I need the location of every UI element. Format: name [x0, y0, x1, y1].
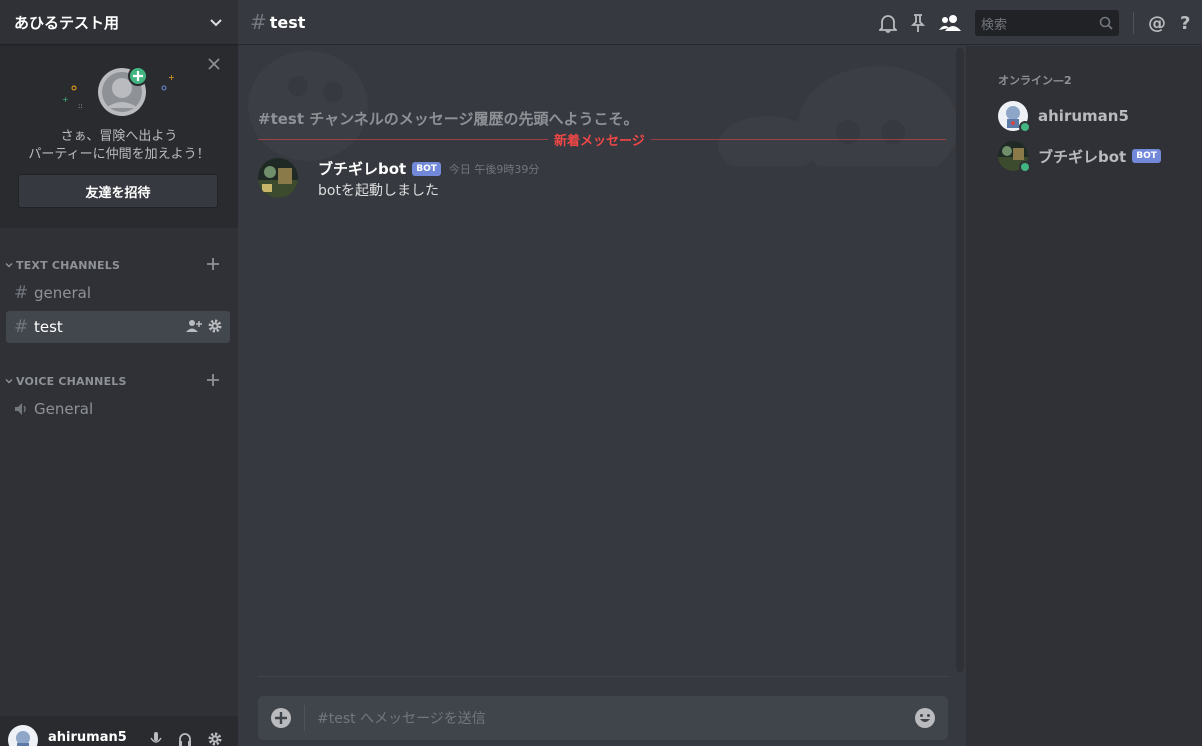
message-input-placeholder: #test へメッセージを送信	[317, 711, 486, 727]
svg-text:+: +	[168, 73, 175, 82]
pin-icon[interactable]	[911, 13, 925, 33]
hash-icon: #	[14, 283, 29, 303]
invite-panel: + :: + さぁ、冒険へ出よう パーティーに仲間を加えよう！ 友達を招待	[0, 46, 238, 228]
username: ahiruman5	[48, 729, 127, 745]
invite-line-2: パーティーに仲間を加えよう！	[28, 147, 210, 162]
microphone-icon[interactable]	[150, 732, 162, 746]
user-settings-gear-icon[interactable]	[208, 732, 222, 746]
search-input[interactable]: 検索	[975, 10, 1119, 36]
category-text-channels[interactable]: TEXT CHANNELS	[0, 255, 238, 275]
gear-icon[interactable]	[208, 319, 222, 333]
add-channel-icon[interactable]	[206, 373, 220, 387]
headphones-icon[interactable]	[178, 732, 192, 746]
online-status-indicator	[1019, 161, 1031, 173]
divider	[258, 676, 948, 677]
channel-welcome-text: #test チャンネルのメッセージ履歴の先頭へようこそ。	[258, 110, 639, 128]
member-item[interactable]: ブチギレbot BOT	[998, 140, 1161, 173]
avatar[interactable]	[258, 158, 298, 198]
bot-badge: BOT	[1132, 149, 1161, 163]
create-invite-icon[interactable]	[186, 319, 202, 333]
online-status-indicator	[1019, 121, 1031, 133]
channel-item-general[interactable]: # general	[6, 277, 230, 309]
bot-avatar-image	[258, 158, 298, 198]
hash-icon: #	[14, 317, 29, 337]
category-label: TEXT CHANNELS	[16, 258, 121, 272]
category-voice-channels[interactable]: VOICE CHANNELS	[0, 371, 238, 391]
member-list: オンライン—2 ahiruman5 ブチギレbot BOT	[966, 46, 1202, 746]
hash-icon: #	[250, 10, 267, 34]
channel-item-test[interactable]: # test	[6, 311, 230, 343]
channel-sidebar: あひるテスト用 + :: + さぁ、冒険へ出よう パーティーに仲間を加えよう！ …	[0, 0, 238, 746]
add-channel-icon[interactable]	[206, 257, 220, 271]
member-group-heading: オンライン—2	[998, 74, 1072, 87]
speaker-icon	[15, 403, 26, 415]
invite-line-1: さぁ、冒険へ出よう	[60, 129, 178, 144]
discord-window: あひるテスト用 + :: + さぁ、冒険へ出よう パーティーに仲間を加えよう！ …	[0, 0, 1202, 746]
member-name: ahiruman5	[1038, 107, 1129, 125]
mentions-icon[interactable]: @	[1148, 14, 1166, 32]
user-panel: ahiruman5	[0, 716, 238, 746]
search-icon	[1099, 16, 1113, 30]
bell-icon[interactable]	[879, 13, 897, 33]
svg-text:+: +	[62, 95, 69, 104]
emoji-icon[interactable]	[914, 707, 936, 729]
message-timestamp: 今日 午後9時39分	[448, 162, 540, 176]
search-placeholder: 検索	[981, 17, 1008, 33]
member-name-row: ブチギレbot BOT	[1038, 146, 1161, 167]
chevron-down-icon	[5, 379, 13, 384]
avatar[interactable]	[8, 725, 38, 746]
scrollbar[interactable]	[956, 48, 964, 672]
channel-label: General	[34, 400, 94, 418]
svg-text:?: ?	[1180, 14, 1190, 32]
chevron-down-icon	[5, 263, 13, 268]
add-circle-icon	[271, 708, 291, 728]
server-name: あひるテスト用	[14, 13, 120, 32]
chevron-down-icon	[210, 19, 222, 27]
new-messages-label: 新着メッセージ	[548, 130, 651, 149]
invite-illustration: + :: +	[62, 66, 175, 116]
svg-text:::: ::	[78, 102, 83, 110]
help-icon[interactable]: ?	[1180, 14, 1192, 32]
divider	[1133, 12, 1134, 34]
channel-name: test	[269, 12, 306, 32]
svg-text:@: @	[1148, 14, 1166, 32]
invite-message: さぁ、冒険へ出よう パーティーに仲間を加えよう！	[0, 128, 238, 164]
user-avatar-image	[8, 725, 38, 746]
voice-channel-item-general[interactable]: General	[6, 393, 230, 425]
channel-header: # test 検索 @ ?	[238, 0, 1202, 45]
bot-badge: BOT	[412, 161, 441, 176]
channel-label: test	[34, 318, 63, 336]
message-input[interactable]: #test へメッセージを送信	[258, 696, 948, 740]
messages-pane: #test チャンネルのメッセージ履歴の先頭へようこそ。 新着メッセージ ブチギ…	[238, 46, 966, 676]
message-content: botを起動しました	[318, 183, 439, 199]
invite-friends-button[interactable]: 友達を招待	[18, 174, 218, 208]
member-list-icon[interactable]	[939, 14, 961, 32]
member-item[interactable]: ahiruman5	[998, 100, 1129, 133]
divider	[304, 705, 305, 731]
member-name: ブチギレbot	[1038, 147, 1127, 166]
close-icon[interactable]	[208, 58, 220, 70]
category-label: VOICE CHANNELS	[16, 374, 127, 388]
message-author[interactable]: ブチギレbot	[318, 158, 406, 179]
upload-button[interactable]	[258, 707, 304, 729]
channel-title: # test	[250, 10, 305, 34]
server-header[interactable]: あひるテスト用	[0, 0, 238, 45]
channel-label: general	[34, 284, 92, 302]
